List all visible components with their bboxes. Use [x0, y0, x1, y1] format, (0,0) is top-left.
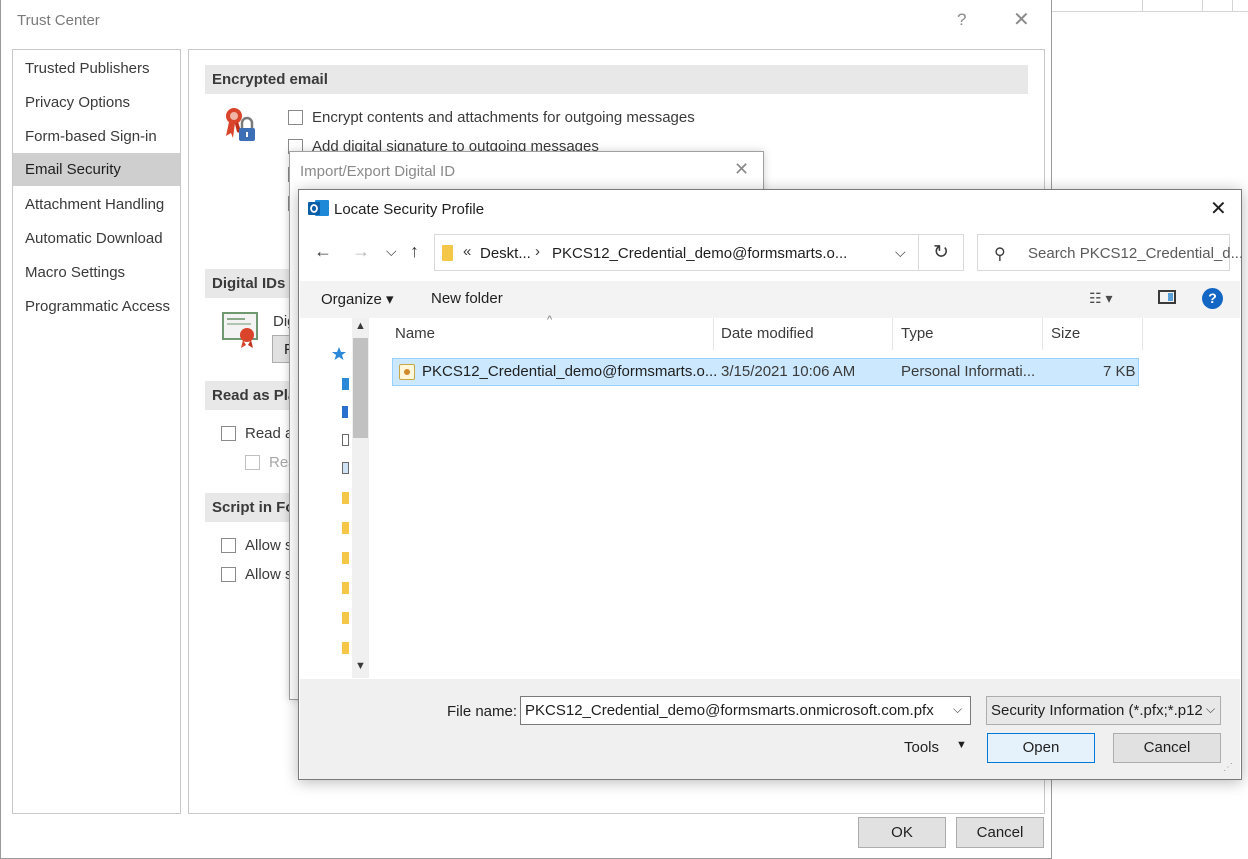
nav-item-trusted-publishers[interactable]: Trusted Publishers [13, 52, 180, 85]
close-icon[interactable]: ✕ [1013, 8, 1030, 32]
open-button[interactable]: Open [987, 733, 1095, 763]
nav-scrollbar-thumb[interactable] [353, 338, 368, 438]
column-header-type[interactable]: Type [893, 318, 1043, 350]
close-icon[interactable]: ✕ [1210, 196, 1227, 221]
help-icon[interactable]: ? [1202, 288, 1223, 309]
encrypt-contents-checkbox[interactable] [288, 110, 303, 125]
grid-line [1202, 0, 1203, 12]
file-type: Personal Informati... [901, 363, 1036, 380]
chevron-down-icon[interactable]: ⌵ [1203, 702, 1216, 717]
tools-button[interactable]: Tools [904, 739, 939, 756]
nav-item-programmatic-access[interactable]: Programmatic Access [13, 290, 180, 323]
dialog-title: Import/Export Digital ID [300, 163, 456, 180]
forward-arrow-icon[interactable]: → [352, 241, 370, 262]
nav-item-attachment-handling[interactable]: Attachment Handling [13, 188, 180, 221]
grid-line [1142, 0, 1143, 12]
file-name: PKCS12_Credential_demo@formsmarts.o... [422, 363, 718, 380]
folder-icon[interactable] [342, 642, 349, 654]
preview-pane-icon[interactable] [1158, 290, 1176, 304]
allow-script-checkbox[interactable] [221, 538, 236, 553]
scroll-down-icon[interactable]: ▼ [355, 660, 366, 672]
category-nav: Trusted Publishers Privacy Options Form-… [12, 49, 181, 814]
folder-icon[interactable] [342, 552, 349, 564]
allow-script-public-checkbox[interactable] [221, 567, 236, 582]
chevron-down-icon[interactable]: ⌵ [953, 702, 962, 717]
search-icon: ⚲ [994, 246, 1006, 263]
file-name-value: PKCS12_Credential_demo@formsmarts.onmicr… [525, 702, 934, 719]
allow-script-public-label: Allow s [245, 566, 293, 583]
refresh-icon[interactable]: ↻ [919, 234, 964, 271]
encrypt-contents-label: Encrypt contents and attachments for out… [312, 109, 695, 126]
downloads-icon[interactable] [342, 406, 348, 418]
read-all-plain-label: Read a [245, 425, 294, 442]
close-icon[interactable]: ✕ [734, 159, 749, 180]
sort-ascending-icon: ^ [547, 314, 553, 326]
file-size: 7 KB [1103, 363, 1136, 380]
background-grid [1052, 0, 1248, 12]
quick-access-star-icon[interactable] [331, 346, 347, 362]
read-all-plain-checkbox[interactable] [221, 426, 236, 441]
file-row[interactable]: PKCS12_Credential_demo@formsmarts.o... 3… [392, 358, 1139, 386]
nav-item-form-sign-in[interactable]: Form-based Sign-in [13, 120, 180, 153]
documents-icon[interactable] [342, 434, 349, 446]
new-folder-button[interactable]: New folder [431, 290, 503, 307]
folder-icon[interactable] [342, 582, 349, 594]
section-heading-encrypted-email: Encrypted email [205, 65, 1028, 94]
outlook-icon [308, 200, 329, 216]
file-name-input[interactable]: PKCS12_Credential_demo@formsmarts.onmicr… [520, 696, 971, 725]
breadcrumb-desktop[interactable]: Deskt... [480, 245, 531, 262]
file-type-value: Security Information (*.pfx;*.p12 [991, 702, 1203, 719]
desktop-icon[interactable] [342, 378, 349, 390]
up-arrow-icon[interactable]: ↑ [410, 241, 419, 262]
grid-line [1232, 0, 1233, 12]
column-header-date-modified[interactable]: Date modified [713, 318, 893, 350]
help-icon[interactable]: ? [957, 10, 966, 30]
address-bar[interactable]: « Deskt... › PKCS12_Credential_demo@form… [434, 234, 919, 271]
breadcrumb-current-folder[interactable]: PKCS12_Credential_demo@formsmarts.o... [552, 245, 847, 262]
back-arrow-icon[interactable]: ← [314, 241, 332, 262]
chevron-down-icon[interactable]: ⌵ [895, 244, 906, 261]
folder-icon[interactable] [342, 492, 349, 504]
folder-icon [442, 245, 453, 261]
command-bar: Organize ▾ New folder ☷ ▾ ? [300, 281, 1240, 318]
ok-button[interactable]: OK [858, 817, 946, 848]
search-input[interactable]: Search PKCS12_Credential_d... [1028, 245, 1243, 262]
cancel-button[interactable]: Cancel [1113, 733, 1221, 763]
view-options-icon[interactable]: ☷ ▾ [1089, 290, 1112, 307]
nav-item-automatic-download[interactable]: Automatic Download [13, 222, 180, 255]
cancel-button[interactable]: Cancel [956, 817, 1044, 848]
folder-icon[interactable] [342, 612, 349, 624]
nav-item-email-security[interactable]: Email Security [13, 153, 180, 186]
search-box[interactable]: ⚲ Search PKCS12_Credential_d... [977, 234, 1243, 271]
nav-item-macro-settings[interactable]: Macro Settings [13, 256, 180, 289]
allow-script-label: Allow s [245, 537, 293, 554]
resize-grip-icon[interactable]: ⋰ [1223, 762, 1233, 773]
breadcrumb-separator-icon[interactable]: › [535, 243, 540, 260]
tools-dropdown-icon[interactable]: ▼ [956, 739, 967, 751]
navigation-pane: ▲ ▼ [300, 318, 369, 678]
recent-locations-icon[interactable]: ⌵ [386, 243, 397, 260]
scroll-up-icon[interactable]: ▲ [355, 320, 366, 332]
overflow-chevron-icon[interactable]: « [463, 243, 471, 260]
certificate-icon [222, 312, 258, 348]
file-name-label: File name: [447, 703, 518, 720]
nav-item-privacy-options[interactable]: Privacy Options [13, 86, 180, 119]
folder-icon[interactable] [342, 522, 349, 534]
locate-security-profile-dialog: Locate Security Profile ✕ ← → ⌵ ↑ « Desk… [298, 189, 1243, 780]
file-list: Name ^ Date modified Type Size PKCS12_Cr… [369, 314, 1241, 678]
pictures-icon[interactable] [342, 462, 349, 474]
dialog-footer: File name: PKCS12_Credential_demo@formsm… [300, 679, 1240, 779]
dialog-title: Locate Security Profile [334, 201, 485, 218]
window-title: Trust Center [17, 12, 100, 29]
certificate-file-icon [399, 364, 415, 380]
file-type-select[interactable]: Security Information (*.pfx;*.p12 ⌵ [986, 696, 1221, 725]
file-date: 3/15/2021 10:06 AM [721, 363, 856, 380]
read-signed-plain-checkbox[interactable] [245, 455, 260, 470]
column-header-size[interactable]: Size [1043, 318, 1143, 350]
encryption-lock-icon [226, 108, 255, 141]
organize-button[interactable]: Organize ▾ [321, 290, 394, 308]
